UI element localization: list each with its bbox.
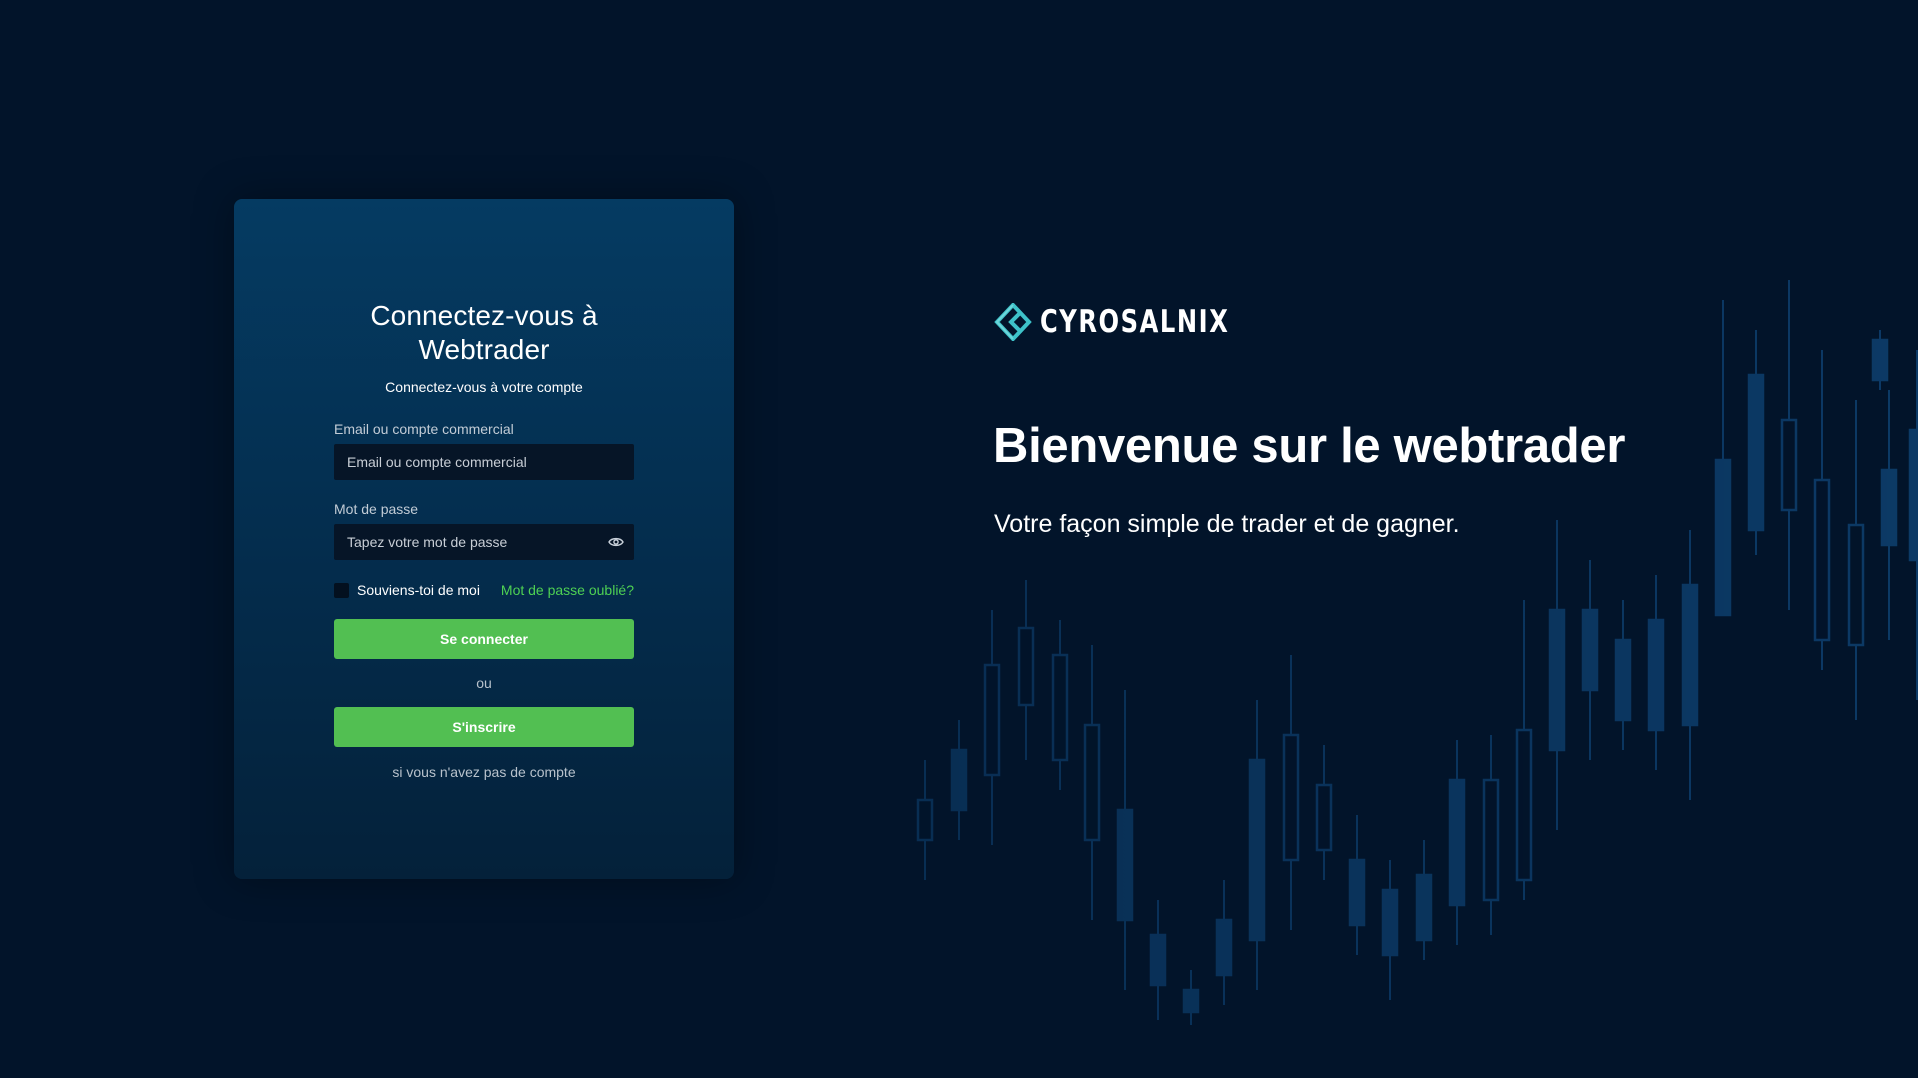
candle-body xyxy=(916,798,934,842)
login-form: Connectez-vous à Webtrader Connectez-vou… xyxy=(334,299,634,780)
email-label: Email ou compte commercial xyxy=(334,421,514,437)
candle-body xyxy=(1415,873,1433,942)
candle-body xyxy=(1780,418,1798,512)
candle-body xyxy=(1581,608,1599,692)
candle-body xyxy=(1149,933,1167,987)
candle-body xyxy=(1017,626,1035,707)
remember-me-checkbox[interactable] xyxy=(334,582,349,598)
login-button[interactable]: Se connecter xyxy=(334,619,634,659)
login-options-row: Souviens-toi de moi Mot de passe oublié? xyxy=(334,581,634,599)
email-input[interactable] xyxy=(334,444,634,480)
candle-body xyxy=(1813,478,1831,642)
candle-body xyxy=(1315,783,1333,852)
welcome-subtitle: Votre façon simple de trader et de gagne… xyxy=(994,510,1460,538)
candle-body xyxy=(1847,523,1865,647)
forgot-password-link[interactable]: Mot de passe oublié? xyxy=(501,582,634,598)
welcome-title: Bienvenue sur le webtrader xyxy=(993,419,1626,473)
email-field-wrapper xyxy=(334,444,634,480)
candle-body xyxy=(1908,428,1918,562)
remember-me-toggle[interactable]: Souviens-toi de moi xyxy=(334,582,480,598)
register-button[interactable]: S'inscrire xyxy=(334,707,634,747)
candle-body xyxy=(1714,458,1732,617)
brand-name: CYROSALNIX xyxy=(1040,304,1230,340)
candle-body xyxy=(1348,858,1366,927)
brand-logo: CYROSALNIX xyxy=(994,303,1283,341)
eye-icon[interactable] xyxy=(608,535,624,549)
candle-body xyxy=(1116,808,1134,922)
candle-body xyxy=(950,748,968,812)
diamond-chevron-logo-icon xyxy=(994,303,1032,341)
no-account-text: si vous n'avez pas de compte xyxy=(392,764,576,780)
candle-body xyxy=(983,663,1001,777)
login-subtitle: Connectez-vous à votre compte xyxy=(385,379,583,395)
candle-body xyxy=(1548,608,1566,752)
password-input[interactable] xyxy=(334,524,634,560)
password-field-wrapper xyxy=(334,524,634,560)
candle-body xyxy=(1248,758,1266,942)
password-label: Mot de passe xyxy=(334,501,419,517)
candle-body xyxy=(1051,653,1069,762)
candle-body xyxy=(1747,373,1765,532)
candle-body xyxy=(1871,338,1889,382)
candle-body xyxy=(1880,468,1898,547)
login-card: Connectez-vous à Webtrader Connectez-vou… xyxy=(234,199,734,879)
candle-body xyxy=(1381,888,1399,957)
candle-body xyxy=(1647,618,1665,732)
login-title: Connectez-vous à Webtrader xyxy=(370,300,598,365)
candle-body xyxy=(1515,728,1533,882)
candle-body xyxy=(1215,918,1233,977)
candle-body xyxy=(1448,778,1466,907)
page: Connectez-vous à Webtrader Connectez-vou… xyxy=(0,0,1918,1078)
remember-me-label: Souviens-toi de moi xyxy=(357,582,480,598)
or-separator: ou xyxy=(476,675,492,691)
candle-body xyxy=(1614,638,1632,722)
candle-body xyxy=(1282,733,1300,862)
candle-body xyxy=(1681,583,1699,727)
candle-body xyxy=(1482,778,1500,902)
candle-body xyxy=(1083,723,1101,842)
candle-body xyxy=(1182,988,1200,1014)
